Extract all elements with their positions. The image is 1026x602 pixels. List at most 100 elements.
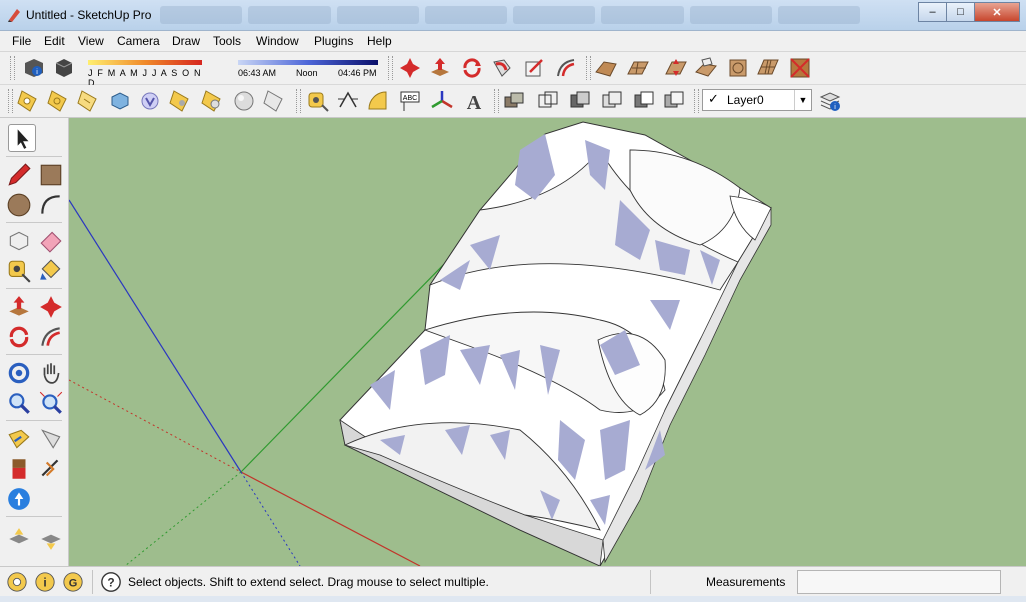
section-plane-icon[interactable] [38, 456, 64, 482]
rotate-tool-icon[interactable] [6, 324, 32, 350]
drape-icon[interactable] [726, 56, 750, 80]
paint-bucket-icon[interactable] [38, 258, 64, 284]
layer-manager-icon[interactable]: i [818, 89, 842, 113]
zoom-icon[interactable] [6, 390, 32, 416]
section-style-icon[interactable] [262, 89, 286, 113]
offset-tool-icon[interactable] [38, 324, 64, 350]
subtract-icon[interactable] [632, 89, 656, 113]
monochrome-style-icon[interactable] [168, 89, 192, 113]
shadow-time-noon: Noon [296, 68, 318, 78]
push-pull-tool-icon[interactable] [6, 294, 32, 320]
arrow-cursor-icon [17, 129, 29, 149]
chevron-down-icon[interactable]: ▼ [794, 90, 811, 110]
share-model-icon[interactable] [38, 526, 64, 552]
menu-tools[interactable]: Tools [213, 34, 241, 48]
make-component-icon[interactable] [502, 89, 526, 113]
follow-me-icon[interactable] [490, 56, 514, 80]
scale-icon[interactable] [522, 56, 546, 80]
tape-measure-tool-icon[interactable] [6, 258, 32, 284]
protractor-icon[interactable] [366, 89, 390, 113]
menu-window[interactable]: Window [256, 34, 299, 48]
arc-icon[interactable] [38, 192, 64, 218]
help-icon[interactable]: ? [100, 571, 122, 593]
position-camera-icon[interactable] [6, 426, 32, 452]
back-edges-icon[interactable] [200, 89, 224, 113]
left-toolbar [0, 118, 69, 566]
menu-plugins[interactable]: Plugins [314, 34, 353, 48]
google-sign-in-icon[interactable]: G [62, 571, 84, 593]
divider [92, 570, 93, 594]
get-models-icon[interactable] [6, 526, 32, 552]
union-icon[interactable] [600, 89, 624, 113]
shadow-settings-icon[interactable]: i [22, 56, 46, 80]
select-tool[interactable] [8, 124, 36, 152]
make-component-tool-icon[interactable] [6, 228, 32, 254]
toolbar-grip[interactable] [494, 89, 499, 113]
3d-text-icon[interactable]: A [462, 89, 486, 113]
toolbar-grip[interactable] [388, 56, 393, 80]
hidden-line-style-icon[interactable] [76, 89, 100, 113]
maximize-button[interactable]: □ [946, 2, 975, 22]
dimension-icon[interactable] [336, 89, 360, 113]
minimize-button[interactable]: – [918, 2, 947, 22]
shadows-toggle-icon[interactable] [52, 56, 76, 80]
menu-help[interactable]: Help [367, 34, 392, 48]
sandbox-contours-icon[interactable] [594, 56, 618, 80]
circle-icon[interactable] [6, 192, 32, 218]
shadow-time-slider[interactable]: 06:43 AM Noon 04:46 PM [236, 58, 382, 80]
close-button[interactable]: ✕ [974, 2, 1020, 22]
zoom-extents-icon[interactable] [38, 390, 64, 416]
rectangle-icon[interactable] [38, 162, 64, 188]
layer-dropdown[interactable]: ✓ Layer0 ▼ [702, 89, 812, 111]
divider [6, 516, 62, 517]
push-pull-icon[interactable] [428, 56, 452, 80]
textured-style-icon[interactable] [138, 89, 162, 113]
add-detail-icon[interactable] [756, 56, 780, 80]
eraser-icon[interactable] [38, 228, 64, 254]
menu-edit[interactable]: Edit [44, 34, 65, 48]
menu-camera[interactable]: Camera [117, 34, 160, 48]
toolbar-grip[interactable] [296, 89, 301, 113]
outer-shell-icon[interactable] [536, 89, 560, 113]
menu-file[interactable]: File [12, 34, 31, 48]
modeling-viewport[interactable] [69, 118, 1026, 566]
shaded-style-icon[interactable] [108, 89, 132, 113]
svg-text:ABC: ABC [403, 95, 417, 102]
look-around-icon[interactable] [38, 426, 64, 452]
menu-view[interactable]: View [78, 34, 104, 48]
wireframe-style-icon[interactable] [46, 89, 70, 113]
terrain-model[interactable] [339, 121, 772, 566]
toolbar-grip[interactable] [8, 89, 13, 113]
rotate-icon[interactable] [460, 56, 484, 80]
axes-icon[interactable] [430, 89, 454, 113]
credits-icon[interactable]: i [34, 571, 56, 593]
svg-text:A: A [467, 92, 482, 113]
divider [6, 288, 62, 289]
walk-icon[interactable] [6, 456, 32, 482]
geolocation-icon[interactable] [6, 571, 28, 593]
menu-draw[interactable]: Draw [172, 34, 200, 48]
pencil-icon[interactable] [6, 162, 32, 188]
google-earth-icon[interactable] [6, 486, 32, 512]
sphere-style-icon[interactable] [232, 89, 256, 113]
text-tool-icon[interactable]: ABC [398, 89, 422, 113]
intersect-icon[interactable] [568, 89, 592, 113]
move-tool-icon[interactable] [38, 294, 64, 320]
sandbox-scratch-icon[interactable] [626, 56, 650, 80]
smoove-icon[interactable] [664, 56, 688, 80]
tape-measure-icon[interactable] [306, 89, 330, 113]
toolbar-grip[interactable] [10, 56, 15, 80]
move-icon[interactable] [398, 56, 422, 80]
x-ray-style-icon[interactable] [16, 89, 40, 113]
trim-icon[interactable] [662, 89, 686, 113]
divider [6, 156, 62, 157]
toolbar-grip[interactable] [694, 89, 699, 113]
pan-hand-icon[interactable] [38, 360, 64, 386]
flip-edge-icon[interactable] [788, 56, 812, 80]
measurements-input[interactable] [797, 570, 1001, 594]
orbit-icon[interactable] [6, 360, 32, 386]
shadow-date-slider[interactable]: J F M A M J J A S O N D [86, 58, 202, 88]
stamp-icon[interactable] [694, 56, 718, 80]
toolbar-grip[interactable] [586, 56, 591, 80]
offset-icon[interactable] [554, 56, 578, 80]
